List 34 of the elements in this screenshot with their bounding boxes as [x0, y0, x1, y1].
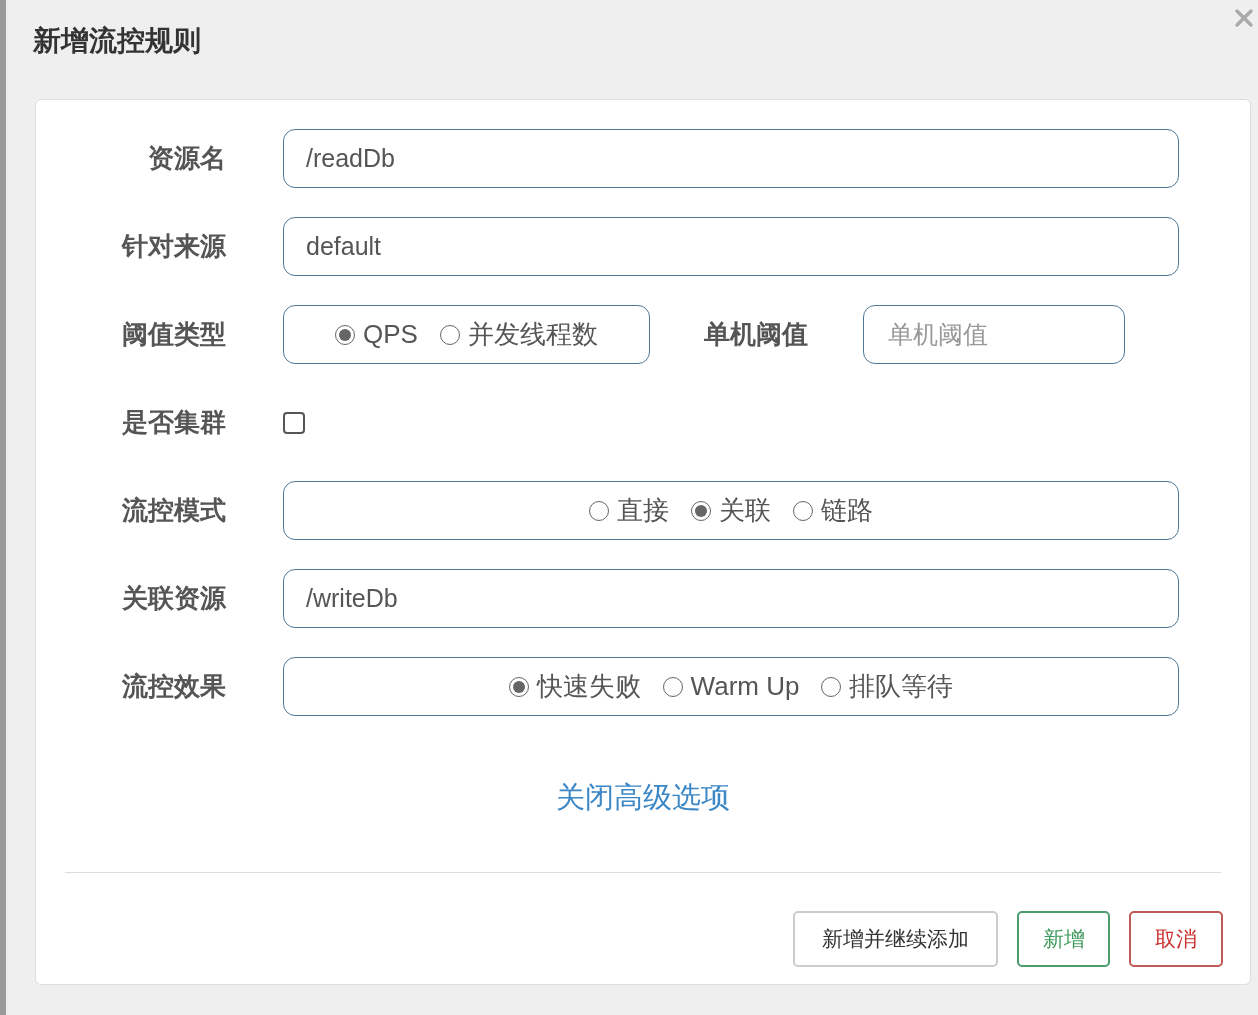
action-button[interactable]: 新增并继续添加 — [793, 910, 998, 967]
checkbox[interactable] — [283, 411, 305, 434]
radio-option[interactable]: QPS — [335, 315, 418, 354]
radio-option[interactable]: 快速失败 — [508, 667, 641, 706]
field-label: 资源名 — [147, 142, 226, 175]
radio-option[interactable]: 并发线程数 — [439, 315, 598, 354]
radio-button[interactable] — [589, 500, 609, 521]
radio-button[interactable] — [508, 676, 529, 697]
field-label: 阈值类型 — [121, 318, 226, 351]
field-label: 是否集群 — [121, 406, 226, 439]
text-input[interactable]: /readDb — [283, 129, 1179, 188]
field-label: 关联资源 — [121, 582, 226, 615]
field-label: 针对来源 — [120, 230, 226, 263]
radio-option[interactable]: Warm Up — [662, 667, 800, 706]
radio-button[interactable] — [335, 324, 356, 345]
radio-button[interactable] — [439, 324, 460, 345]
field-label: 单机阈值 — [703, 318, 809, 351]
radio-button[interactable] — [662, 676, 683, 697]
radio-option[interactable]: 关联 — [691, 491, 771, 530]
threshold-input[interactable]: 单机阈值 — [863, 305, 1125, 364]
radio-button[interactable] — [821, 676, 842, 697]
text-input[interactable]: /writeDb — [283, 569, 1179, 628]
radio-button[interactable] — [691, 500, 711, 521]
radio-option[interactable]: 排队等待 — [821, 667, 954, 706]
radio-option[interactable]: 直接 — [589, 491, 669, 530]
field-label: 流控效果 — [121, 670, 226, 703]
advanced-options-link[interactable]: 关闭高级选项 — [556, 776, 730, 820]
radio-option[interactable]: 链路 — [793, 491, 873, 530]
text-input[interactable]: default — [283, 217, 1179, 276]
action-button[interactable]: 取消 — [1129, 910, 1223, 967]
action-button[interactable]: 新增 — [1017, 910, 1110, 967]
field-label: 流控模式 — [121, 494, 226, 527]
radio-button[interactable] — [793, 500, 813, 521]
dialog-title: 新增流控规则 — [33, 24, 201, 58]
